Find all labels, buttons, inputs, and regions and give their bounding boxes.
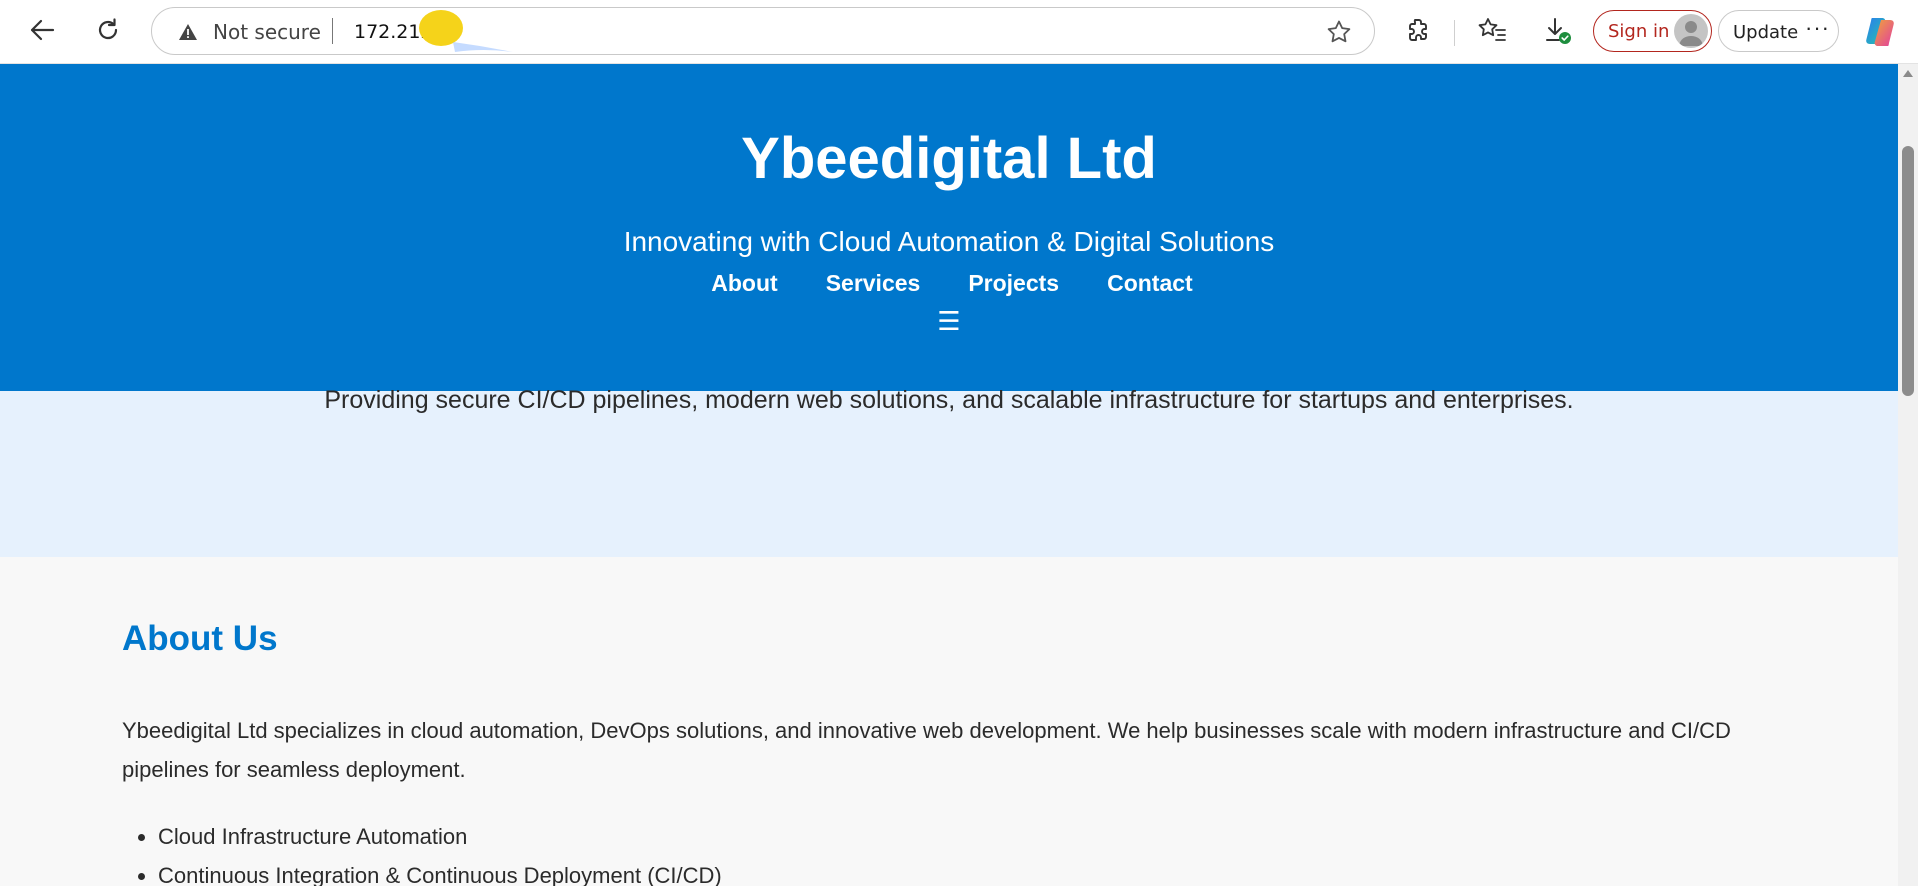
refresh-icon xyxy=(94,16,122,49)
web-page: Ybeedigital Ltd Innovating with Cloud Au… xyxy=(0,64,1898,886)
browser-toolbar: Not secure 172.212 Sign in Update ··· xyxy=(0,0,1918,64)
site-tagline: Innovating with Cloud Automation & Digit… xyxy=(623,226,1275,257)
update-button[interactable]: Update ··· xyxy=(1718,10,1839,52)
nav-projects[interactable]: Projects xyxy=(968,270,1059,297)
list-item: Cloud Infrastructure Automation xyxy=(158,817,722,856)
favorite-star-icon[interactable] xyxy=(1326,19,1352,50)
refresh-button[interactable] xyxy=(88,12,128,52)
security-label[interactable]: Not secure xyxy=(213,20,321,44)
downloads-button[interactable] xyxy=(1538,12,1578,52)
about-section: About Us Ybeedigital Ltd specializes in … xyxy=(122,619,1782,886)
back-button[interactable] xyxy=(22,12,62,52)
page-scrollbar[interactable] xyxy=(1898,64,1918,886)
site-title: Ybeedigital Ltd xyxy=(741,126,1157,191)
list-item: Continuous Integration & Continuous Depl… xyxy=(158,856,722,886)
nav-contact[interactable]: Contact xyxy=(1107,270,1193,297)
scroll-thumb[interactable] xyxy=(1902,146,1914,396)
more-options-icon[interactable]: ··· xyxy=(1805,15,1830,41)
hero-header: Ybeedigital Ltd Innovating with Cloud Au… xyxy=(0,64,1898,391)
favorites-button[interactable] xyxy=(1472,12,1512,52)
toolbar-divider xyxy=(1454,20,1455,46)
sign-in-label: Sign in xyxy=(1608,21,1670,42)
about-body: Ybeedigital Ltd specializes in cloud aut… xyxy=(122,718,1731,782)
update-label: Update xyxy=(1733,22,1799,43)
sign-in-button[interactable]: Sign in xyxy=(1593,10,1712,52)
scroll-up-icon[interactable] xyxy=(1903,70,1913,77)
service-list: Cloud Infrastructure Automation Continuo… xyxy=(122,817,722,886)
extensions-button[interactable] xyxy=(1398,12,1438,52)
menu-icon[interactable]: ☰ xyxy=(0,307,1898,337)
redaction-mark xyxy=(419,10,513,52)
favorites-icon xyxy=(1477,16,1507,49)
nav-services[interactable]: Services xyxy=(826,270,921,297)
copilot-icon[interactable] xyxy=(1862,14,1898,50)
nav-about[interactable]: About xyxy=(711,270,777,297)
about-heading: About Us xyxy=(122,619,278,658)
intro-band: Providing secure CI/CD pipelines, modern… xyxy=(0,386,1898,557)
extensions-icon xyxy=(1404,16,1432,49)
address-bar[interactable]: Not secure 172.212 xyxy=(151,7,1375,55)
downloads-icon xyxy=(1543,15,1573,50)
main-nav: About Services Projects Contact xyxy=(0,270,1898,297)
address-divider xyxy=(332,18,333,44)
intro-text: Providing secure CI/CD pipelines, modern… xyxy=(324,386,1574,414)
back-icon xyxy=(28,16,56,49)
warning-icon[interactable] xyxy=(178,22,198,47)
profile-avatar-icon xyxy=(1674,14,1708,48)
